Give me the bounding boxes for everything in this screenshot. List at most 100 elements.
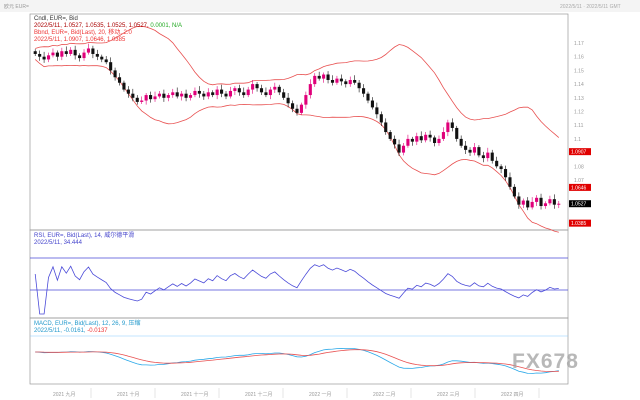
- candle-up: [206, 92, 210, 97]
- bollinger-lower-line: [34, 59, 559, 233]
- candle-down: [539, 197, 543, 207]
- candle-down: [468, 149, 472, 153]
- candle-down: [459, 138, 463, 146]
- candle-down: [410, 138, 414, 142]
- candle-up: [82, 52, 86, 59]
- x-axis-label: 2021 十二月: [245, 391, 273, 398]
- candle-down: [455, 127, 459, 139]
- candle-down: [339, 78, 343, 82]
- macd-legend-signal: -0.0137: [87, 328, 108, 334]
- chart-window: 欧元 EUR= 2022/5/11 · 2022/5/11 GMT 1.17 1.…: [0, 0, 640, 400]
- candle-up: [193, 90, 197, 96]
- candle-up: [322, 74, 326, 79]
- title-bar: [0, 0, 640, 12]
- price-pane[interactable]: [29, 13, 569, 231]
- price-tag-label: 1.0385: [571, 221, 587, 227]
- x-axis-label: 2022 二月: [373, 392, 396, 398]
- x-axis-label: 2022 一月: [309, 392, 332, 398]
- candle-down: [95, 53, 99, 57]
- candle-up: [437, 138, 441, 144]
- candle-down: [379, 114, 383, 123]
- candle-up: [486, 152, 490, 159]
- candle-down: [122, 82, 126, 90]
- candle-up: [215, 89, 219, 96]
- candle-down: [117, 77, 122, 83]
- candle-up: [308, 84, 312, 96]
- x-axis-label: 2022 四月: [501, 392, 524, 398]
- candle-down: [317, 75, 321, 79]
- candle-up: [180, 93, 184, 97]
- y-tick-label: 1.08: [574, 164, 584, 170]
- window-title: 欧元 EUR=: [4, 3, 29, 10]
- y-tick-label: 1.1: [574, 137, 581, 143]
- candle-down: [393, 138, 397, 145]
- y-tick-label: 1.17: [574, 41, 584, 47]
- candle-down: [375, 107, 379, 115]
- candle-down: [464, 145, 468, 150]
- candle-down: [91, 48, 95, 54]
- candle-up: [51, 52, 55, 56]
- bollinger-legend-values: 2022/5/11, 1.0907, 1.0646, 1.0385: [34, 37, 126, 43]
- candle-down: [552, 199, 556, 205]
- candle-down: [220, 89, 224, 94]
- candle-down: [135, 97, 139, 102]
- price-legend: Cndl, EUR=, Bid 2022/5/11, 1.0527, 1.053…: [34, 16, 182, 44]
- candle-down: [362, 88, 366, 94]
- candle-up: [228, 90, 232, 97]
- candle-down: [237, 88, 241, 93]
- candle-down: [490, 152, 494, 161]
- candle-up: [557, 203, 561, 205]
- rsi-line: [34, 264, 559, 315]
- candle-up: [313, 75, 317, 85]
- y-tick-label: 1.12: [574, 110, 584, 116]
- candle-down: [295, 108, 299, 113]
- candle-up: [166, 95, 170, 98]
- candle-down: [526, 200, 530, 208]
- candle-down: [264, 92, 268, 96]
- candle-down: [353, 79, 357, 83]
- candle-down: [211, 92, 215, 96]
- candle-legend-change: 0.0001, N/A: [150, 23, 183, 29]
- candle-down: [184, 93, 188, 98]
- candle-down: [55, 52, 59, 57]
- candle-down: [202, 93, 206, 97]
- y-tick-label: 1.07: [574, 178, 584, 184]
- candle-up: [424, 134, 428, 141]
- candle-up: [69, 49, 73, 54]
- candle-down: [282, 92, 286, 98]
- candle-down: [432, 137, 437, 144]
- candle-up: [401, 145, 406, 153]
- candle-down: [286, 97, 290, 104]
- candle-down: [109, 62, 113, 71]
- candle-down: [224, 93, 228, 97]
- candle-down: [131, 93, 135, 98]
- candle-down: [33, 51, 37, 54]
- macd-legend-values: 2022/5/11, -0.0161,: [34, 328, 86, 334]
- macd-legend: MACD, EUR=, Bid(Last), 12, 26, 9, 压缩 202…: [34, 321, 141, 335]
- candle-up: [46, 55, 51, 60]
- y-tick-label: 1.15: [574, 68, 584, 74]
- macd-signal-line: [35, 349, 559, 372]
- candle-down: [104, 59, 108, 63]
- candle-down: [259, 88, 264, 93]
- candle-down: [481, 155, 485, 159]
- candle-down: [255, 84, 259, 89]
- x-axis-label: 2022 三月: [437, 392, 460, 398]
- candle-up: [441, 132, 445, 139]
- y-tick-label: 1.14: [574, 82, 584, 88]
- candle-up: [157, 93, 162, 97]
- candle-up: [335, 78, 339, 83]
- candle-up: [415, 136, 419, 142]
- candle-down: [495, 160, 499, 167]
- candle-down: [38, 53, 42, 57]
- candle-down: [149, 95, 153, 100]
- candle-down: [357, 82, 361, 89]
- candle-up: [86, 48, 91, 53]
- candle-down: [503, 169, 508, 178]
- candle-down: [477, 147, 481, 156]
- candle-down: [326, 74, 330, 80]
- candle-up: [153, 96, 157, 100]
- macd-legend-title: MACD, EUR=, Bid(Last), 12, 26, 9, 压缩: [34, 321, 141, 327]
- candle-up: [273, 86, 277, 90]
- candle-down: [517, 196, 521, 205]
